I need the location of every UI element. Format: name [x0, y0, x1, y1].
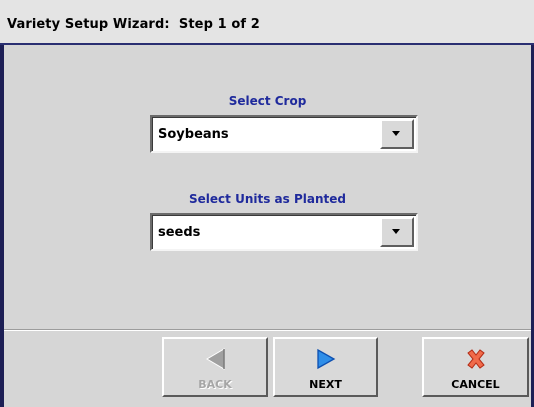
title-bar: Variety Setup Wizard: Step 1 of 2	[0, 0, 534, 45]
chevron-down-icon	[392, 229, 400, 234]
wizard-window: Variety Setup Wizard: Step 1 of 2 Select…	[0, 0, 534, 407]
units-dropdown-button[interactable]	[380, 217, 414, 247]
arrow-right-icon	[316, 348, 335, 370]
cancel-button-label: CANCEL	[451, 378, 500, 391]
units-dropdown[interactable]: seeds	[150, 213, 418, 251]
crop-dropdown[interactable]: Soybeans	[150, 115, 418, 153]
x-icon	[466, 349, 485, 369]
window-title: Variety Setup Wizard: Step 1 of 2	[7, 17, 260, 32]
select-crop-label: Select Crop	[228, 94, 307, 108]
back-button[interactable]: BACK	[162, 337, 268, 397]
back-button-label: BACK	[198, 378, 232, 391]
crop-dropdown-button[interactable]	[380, 119, 414, 149]
arrow-left-icon	[206, 348, 225, 370]
select-units-label: Select Units as Planted	[189, 192, 346, 206]
next-button-label: NEXT	[309, 378, 342, 391]
wizard-content: Select Crop Soybeans Select Units as Pla…	[4, 47, 531, 329]
units-dropdown-value: seeds	[158, 225, 201, 240]
chevron-down-icon	[392, 131, 400, 136]
next-button[interactable]: NEXT	[273, 337, 378, 397]
cancel-button[interactable]: CANCEL	[422, 337, 529, 397]
crop-dropdown-value: Soybeans	[158, 127, 229, 142]
